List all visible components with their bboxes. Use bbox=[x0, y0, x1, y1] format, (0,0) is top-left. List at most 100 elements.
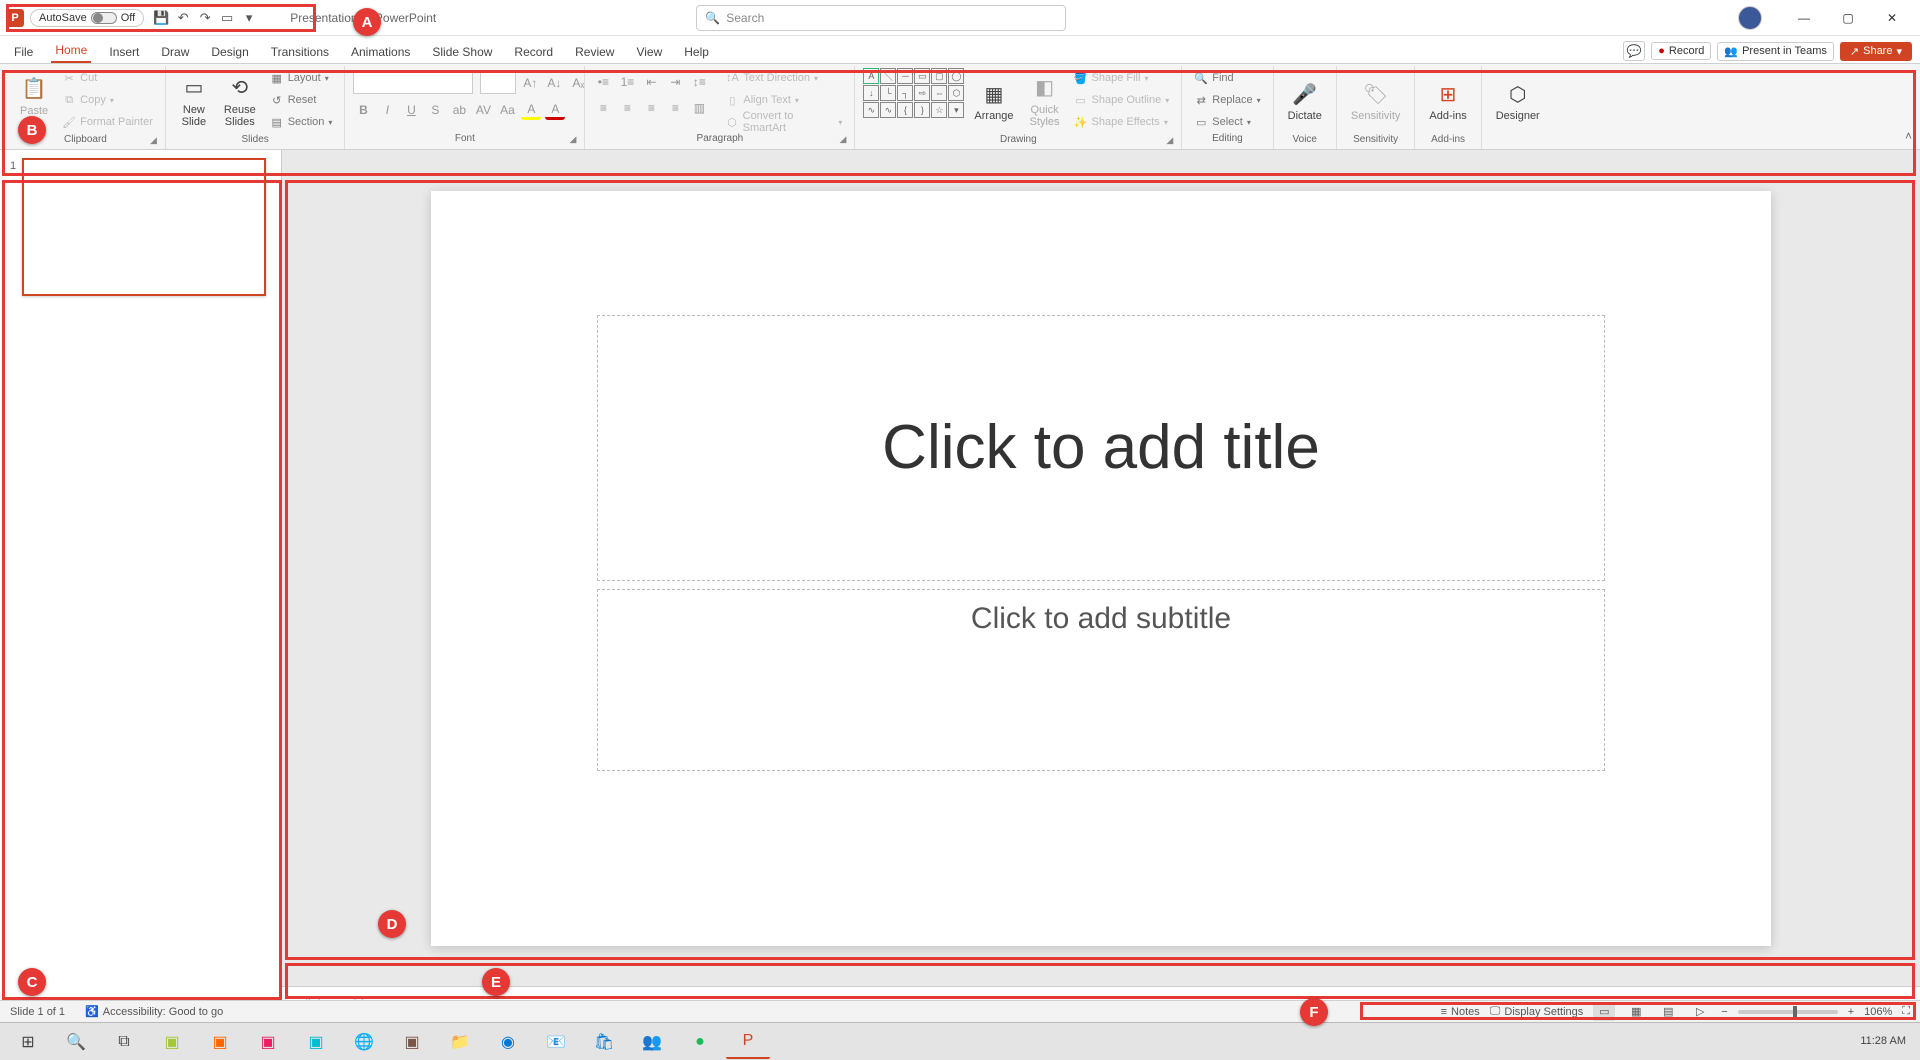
font-name-combo[interactable] bbox=[353, 72, 473, 94]
shape-arrowr-icon[interactable]: ⇨ bbox=[914, 85, 930, 101]
comments-button[interactable]: 💬 bbox=[1623, 41, 1645, 61]
taskbar-spotify-icon[interactable]: ● bbox=[678, 1025, 722, 1059]
taskbar-edge-icon[interactable]: ◉ bbox=[486, 1025, 530, 1059]
fit-window-button[interactable]: ⛶ bbox=[1902, 1005, 1910, 1018]
zoom-thumb[interactable] bbox=[1793, 1006, 1797, 1018]
numbering-button[interactable]: 1≡ bbox=[617, 72, 637, 92]
increase-indent-button[interactable]: ⇥ bbox=[665, 72, 685, 92]
redo-icon[interactable]: ↷ bbox=[194, 7, 216, 29]
taskbar-app-1[interactable]: ▣ bbox=[150, 1025, 194, 1059]
save-icon[interactable]: 💾 bbox=[150, 7, 172, 29]
subtitle-placeholder[interactable]: Click to add subtitle bbox=[597, 589, 1605, 771]
taskbar-powerpoint-icon[interactable]: P bbox=[726, 1025, 770, 1059]
taskbar-chrome-icon[interactable]: 🌐 bbox=[342, 1025, 386, 1059]
minimize-button[interactable]: — bbox=[1782, 3, 1826, 33]
sorter-view-button[interactable]: ▦ bbox=[1625, 1003, 1647, 1021]
justify-button[interactable]: ≡ bbox=[665, 98, 685, 118]
increase-font-icon[interactable]: A↑ bbox=[520, 73, 540, 93]
shapes-gallery[interactable]: A ＼ ─ ▭ ▢ ◯ ↓ └ ┐ ⇨ ⇔ ⬡ ∿ ∿ { } ☆ ▾ bbox=[863, 68, 964, 118]
tab-animations[interactable]: Animations bbox=[347, 43, 414, 63]
tab-review[interactable]: Review bbox=[571, 43, 618, 63]
canvas-area[interactable]: Click to add title Click to add subtitle bbox=[282, 150, 1920, 986]
dictate-button[interactable]: 🎤Dictate bbox=[1282, 68, 1328, 134]
replace-button[interactable]: ⇄Replace▾ bbox=[1190, 90, 1264, 110]
undo-icon[interactable]: ↶ bbox=[172, 7, 194, 29]
designer-button[interactable]: ⬡Designer bbox=[1490, 68, 1546, 134]
slide-counter[interactable]: Slide 1 of 1 bbox=[10, 1006, 65, 1018]
normal-view-button[interactable]: ▭ bbox=[1593, 1003, 1615, 1021]
line-spacing-button[interactable]: ↕≡ bbox=[689, 72, 709, 92]
shape-effects-button[interactable]: ✨Shape Effects▾ bbox=[1070, 112, 1174, 132]
format-painter-button[interactable]: 🖌Format Painter bbox=[58, 112, 157, 132]
share-button[interactable]: ↗Share▾ bbox=[1840, 42, 1912, 61]
shape-brace-icon[interactable]: { bbox=[897, 102, 913, 118]
font-size-combo[interactable] bbox=[480, 72, 516, 94]
bullets-button[interactable]: •≡ bbox=[593, 72, 613, 92]
zoom-out-button[interactable]: − bbox=[1721, 1006, 1727, 1018]
shape-free-icon[interactable]: ∿ bbox=[880, 102, 896, 118]
drawing-launcher[interactable]: ◢ bbox=[1166, 135, 1173, 146]
clipboard-launcher[interactable]: ◢ bbox=[150, 135, 157, 146]
shape-star-icon[interactable]: ☆ bbox=[931, 102, 947, 118]
record-button[interactable]: ●Record bbox=[1651, 42, 1711, 60]
reuse-slides-button[interactable]: ⟲Reuse Slides bbox=[218, 68, 262, 134]
copy-button[interactable]: ⧉Copy▾ bbox=[58, 90, 157, 110]
shadow-button[interactable]: ab bbox=[449, 100, 469, 120]
slideshow-view-button[interactable]: ▷ bbox=[1689, 1003, 1711, 1021]
shape-oval-icon[interactable]: ◯ bbox=[948, 68, 964, 84]
strike-button[interactable]: S bbox=[425, 100, 445, 120]
find-button[interactable]: 🔍Find bbox=[1190, 68, 1264, 88]
columns-button[interactable]: ▥ bbox=[689, 98, 709, 118]
tab-view[interactable]: View bbox=[632, 43, 666, 63]
section-button[interactable]: ▤Section▾ bbox=[266, 112, 337, 132]
quick-styles-button[interactable]: ◧Quick Styles bbox=[1024, 68, 1066, 134]
taskbar-app-5[interactable]: ▣ bbox=[390, 1025, 434, 1059]
shape-l-icon[interactable]: └ bbox=[880, 85, 896, 101]
highlight-button[interactable]: A bbox=[521, 100, 541, 120]
shape-arrow-icon[interactable]: ↓ bbox=[863, 85, 879, 101]
align-left-button[interactable]: ≡ bbox=[593, 98, 613, 118]
title-placeholder[interactable]: Click to add title bbox=[597, 315, 1605, 581]
shape-more-icon[interactable]: ▾ bbox=[948, 102, 964, 118]
tab-slideshow[interactable]: Slide Show bbox=[428, 43, 496, 63]
tab-home[interactable]: Home bbox=[51, 41, 91, 63]
zoom-slider[interactable] bbox=[1738, 1010, 1838, 1014]
display-settings-button[interactable]: 🖵Display Settings bbox=[1490, 1005, 1583, 1018]
thumbnail-panel[interactable]: 1 bbox=[0, 150, 282, 1022]
zoom-level[interactable]: 106% bbox=[1864, 1006, 1892, 1018]
taskbar-search-icon[interactable]: 🔍 bbox=[54, 1025, 98, 1059]
shape-line-icon[interactable]: ＼ bbox=[880, 68, 896, 84]
shape-roundrect-icon[interactable]: ▢ bbox=[931, 68, 947, 84]
decrease-indent-button[interactable]: ⇤ bbox=[641, 72, 661, 92]
tab-record[interactable]: Record bbox=[510, 43, 557, 63]
notes-toggle-button[interactable]: ≡Notes bbox=[1441, 1006, 1480, 1018]
present-icon[interactable]: ▭ bbox=[216, 7, 238, 29]
taskbar-outlook-icon[interactable]: 📧 bbox=[534, 1025, 578, 1059]
taskbar-clock[interactable]: 11:28 AM bbox=[1860, 1035, 1914, 1047]
zoom-in-button[interactable]: + bbox=[1848, 1006, 1854, 1018]
present-teams-button[interactable]: 👥Present in Teams bbox=[1717, 42, 1834, 61]
tab-insert[interactable]: Insert bbox=[105, 43, 143, 63]
bold-button[interactable]: B bbox=[353, 100, 373, 120]
shape-line2-icon[interactable]: ─ bbox=[897, 68, 913, 84]
collapse-ribbon-button[interactable]: ˄ bbox=[1905, 129, 1912, 143]
profile-avatar[interactable] bbox=[1738, 6, 1762, 30]
italic-button[interactable]: I bbox=[377, 100, 397, 120]
shape-hex-icon[interactable]: ⬡ bbox=[948, 85, 964, 101]
taskbar-app-2[interactable]: ▣ bbox=[198, 1025, 242, 1059]
layout-button[interactable]: ▦Layout▾ bbox=[266, 68, 337, 88]
taskbar-app-3[interactable]: ▣ bbox=[246, 1025, 290, 1059]
search-input[interactable]: 🔍 Search bbox=[696, 5, 1066, 31]
slide-thumbnail-1[interactable]: 1 bbox=[10, 158, 271, 296]
customize-qat-icon[interactable]: ▾ bbox=[238, 7, 260, 29]
font-launcher[interactable]: ◢ bbox=[569, 134, 576, 145]
taskbar-explorer-icon[interactable]: 📁 bbox=[438, 1025, 482, 1059]
font-color-button[interactable]: A bbox=[545, 100, 565, 120]
paragraph-launcher[interactable]: ◢ bbox=[839, 134, 846, 145]
shape-fill-button[interactable]: 🪣Shape Fill▾ bbox=[1070, 68, 1174, 88]
reading-view-button[interactable]: ▤ bbox=[1657, 1003, 1679, 1021]
shape-brace2-icon[interactable]: } bbox=[914, 102, 930, 118]
shape-curve-icon[interactable]: ∿ bbox=[863, 102, 879, 118]
spacing-button[interactable]: AV bbox=[473, 100, 493, 120]
taskbar-teams-icon[interactable]: 👥 bbox=[630, 1025, 674, 1059]
